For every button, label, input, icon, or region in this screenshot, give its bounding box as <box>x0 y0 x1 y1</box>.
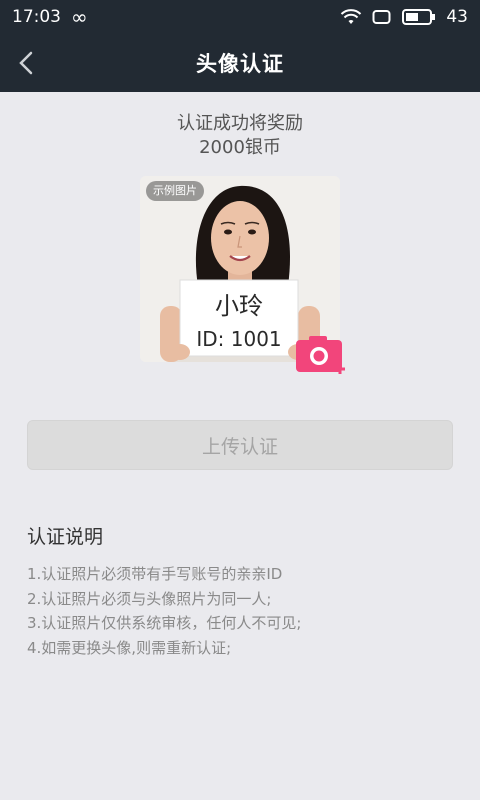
notification-icon <box>372 10 391 24</box>
status-time: 17:03 <box>12 7 61 27</box>
instruction-item: 3.认证照片仅供系统审核，任何人不可见; <box>27 614 302 632</box>
status-left: 17:03 ∞ <box>12 7 88 27</box>
instruction-item: 4.如需更换头像,则需重新认证; <box>27 638 232 657</box>
status-right: 43 <box>340 7 468 27</box>
reward-line-2: 2000银币 <box>199 137 281 158</box>
loop-icon: ∞ <box>71 5 88 29</box>
battery-level: 43 <box>446 7 468 27</box>
back-button[interactable] <box>6 43 46 83</box>
chevron-left-icon <box>19 51 33 75</box>
camera-upload-button[interactable] <box>296 334 348 378</box>
sign-id: ID: 1001 <box>196 327 281 351</box>
sample-tag: 示例图片 <box>146 181 204 201</box>
camera-add-icon <box>296 336 345 374</box>
nav-header: 头像认证 <box>0 34 480 92</box>
page-title: 头像认证 <box>196 52 284 76</box>
sign-name: 小玲 <box>215 292 263 320</box>
status-bar: 17:03 ∞ 43 <box>0 0 480 34</box>
instruction-item: 2.认证照片必须与头像照片为同一人; <box>27 589 272 608</box>
instructions-list: 1.认证照片必须带有手写账号的亲亲ID 2.认证照片必须与头像照片为同一人; 3… <box>27 562 467 660</box>
reward-line-1: 认证成功将奖励 <box>177 113 303 134</box>
instruction-item: 1.认证照片必须带有手写账号的亲亲ID <box>27 565 283 583</box>
reward-text: 认证成功将奖励 2000银币 <box>0 112 480 160</box>
wifi-icon <box>341 9 362 24</box>
upload-verify-button[interactable]: 上传认证 <box>27 420 453 470</box>
battery-icon <box>402 9 436 25</box>
instructions-title: 认证说明 <box>27 526 104 548</box>
